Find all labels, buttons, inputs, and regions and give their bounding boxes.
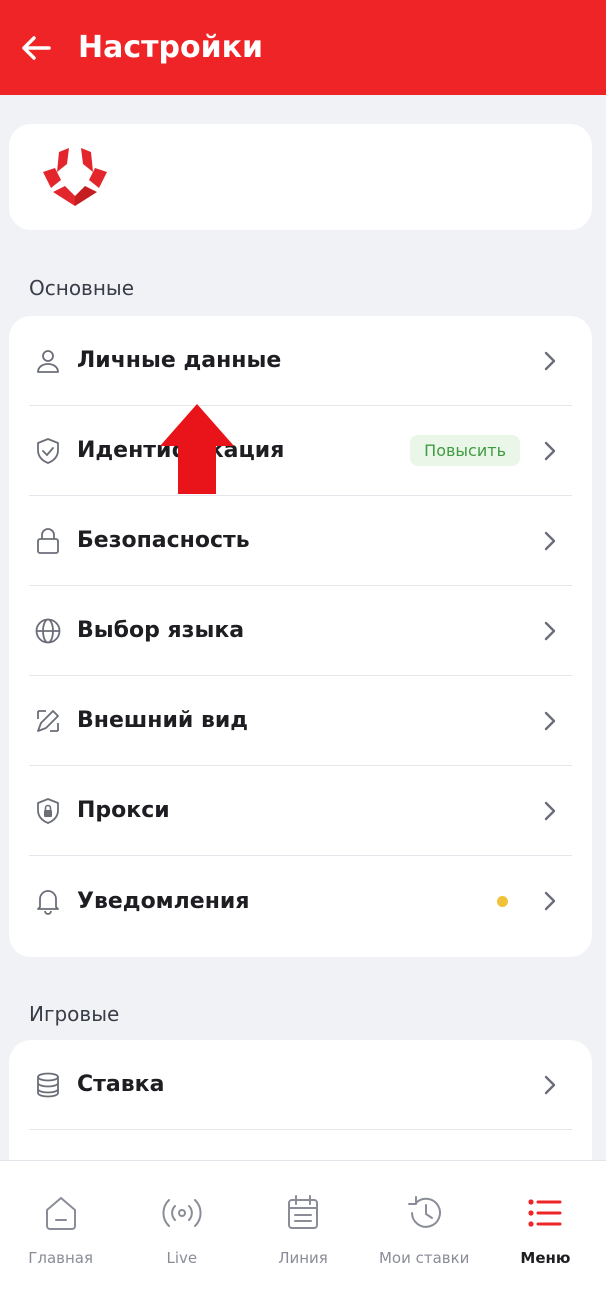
profile-card[interactable] <box>9 124 592 230</box>
bell-icon <box>31 884 65 918</box>
settings-item-label: Выбор языка <box>77 618 245 643</box>
chevron-right-icon <box>538 1073 562 1097</box>
settings-item-label: Прокси <box>77 798 170 823</box>
shield-check-icon <box>31 434 65 468</box>
upgrade-badge[interactable]: Повысить <box>410 435 520 466</box>
settings-item-label: Идентификация <box>77 438 285 463</box>
paint-icon <box>31 704 65 738</box>
globe-icon <box>31 614 65 648</box>
nav-item-menu[interactable]: Меню <box>485 1161 606 1297</box>
user-icon <box>31 344 65 378</box>
nav-item-line[interactable]: Линия <box>242 1161 363 1297</box>
chevron-right-icon <box>538 439 562 463</box>
home-icon <box>39 1191 83 1235</box>
calendar-icon <box>281 1191 325 1235</box>
nav-label: Мои ставки <box>378 1249 470 1267</box>
settings-item-identification[interactable]: Идентификация Повысить <box>29 406 572 496</box>
nav-label: Live <box>166 1249 198 1267</box>
settings-item-label: Внешний вид <box>77 708 249 733</box>
settings-item-label: Ставка <box>77 1072 165 1097</box>
settings-item-proxy[interactable]: Прокси <box>29 766 572 856</box>
settings-item-language[interactable]: Выбор языка <box>29 586 572 676</box>
chevron-right-icon <box>538 529 562 553</box>
settings-main-list: Личные данные Идентификация Повысить Без… <box>9 316 592 957</box>
top-app-bar: Настройки <box>0 0 606 95</box>
nav-label: Меню <box>520 1249 571 1267</box>
arrow-left-icon <box>22 35 51 60</box>
settings-item-bet[interactable]: Ставка <box>29 1040 572 1130</box>
settings-item-security[interactable]: Безопасность <box>29 496 572 586</box>
nav-label: Линия <box>278 1249 328 1267</box>
settings-item-label: Уведомления <box>77 888 250 914</box>
coins-icon <box>31 1068 65 1102</box>
section-title-main: Основные <box>29 276 135 300</box>
profile-name <box>131 168 221 188</box>
brand-logo-icon <box>43 148 107 206</box>
chevron-right-icon <box>538 799 562 823</box>
nav-label: Главная <box>28 1249 93 1267</box>
nav-item-live[interactable]: Live <box>121 1161 242 1297</box>
lock-icon <box>31 524 65 558</box>
settings-item-label: Личные данные <box>77 348 282 373</box>
back-button[interactable] <box>18 30 54 66</box>
page-title: Настройки <box>78 30 264 65</box>
history-icon <box>402 1191 446 1235</box>
menu-icon <box>523 1191 567 1235</box>
notification-dot <box>497 895 508 907</box>
shield-lock-icon <box>31 794 65 828</box>
bottom-navigation: Главная Live Линия Мои ставки Меню <box>0 1160 606 1297</box>
nav-item-home[interactable]: Главная <box>0 1161 121 1297</box>
section-title-game: Игровые <box>29 1002 120 1026</box>
chevron-right-icon <box>538 349 562 373</box>
nav-item-my-bets[interactable]: Мои ставки <box>364 1161 485 1297</box>
settings-item-personal-data[interactable]: Личные данные <box>29 316 572 406</box>
settings-item-notifications[interactable]: Уведомления <box>29 856 572 946</box>
chevron-right-icon <box>538 709 562 733</box>
settings-item-label: Безопасность <box>77 528 250 553</box>
broadcast-icon <box>160 1191 204 1235</box>
chevron-right-icon <box>538 889 562 913</box>
settings-item-appearance[interactable]: Внешний вид <box>29 676 572 766</box>
chevron-right-icon <box>538 619 562 643</box>
